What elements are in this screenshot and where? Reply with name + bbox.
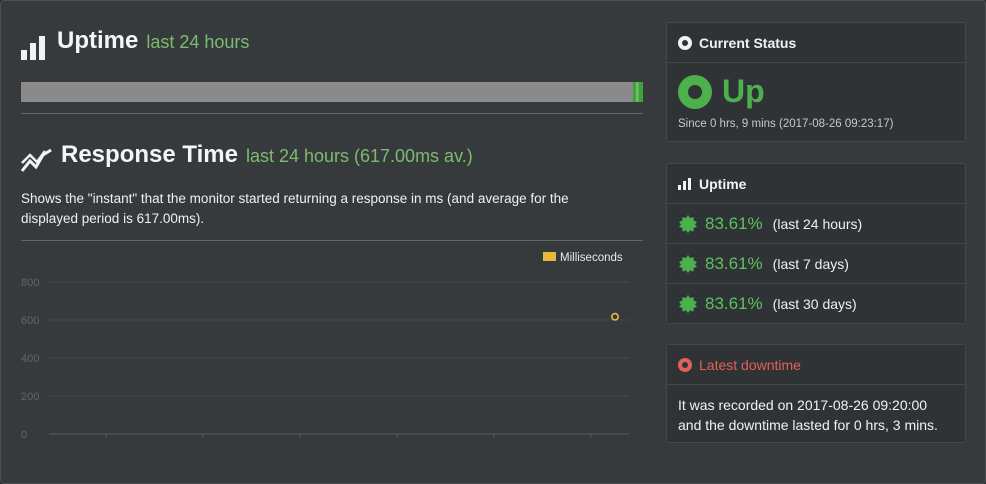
legend-label: Milliseconds (560, 252, 623, 264)
bar-chart-icon (21, 36, 49, 60)
uptime-row-30d: 83.61% (last 30 days) (667, 284, 965, 324)
uptime-bar-up-segment (633, 82, 643, 102)
uptime-bar (21, 82, 643, 102)
response-time-subtitle: last 24 hours (617.00ms av.) (245, 146, 473, 166)
uptime-subtitle: last 24 hours (146, 32, 250, 52)
up-circle-icon (678, 74, 712, 109)
status-indicator: Up (678, 73, 954, 110)
certificate-icon (679, 214, 697, 233)
data-point (610, 312, 619, 321)
certificate-icon (679, 254, 697, 273)
latest-downtime-header: Latest downtime (667, 345, 965, 385)
uptime-panel-header: Uptime (667, 164, 965, 204)
y-tick-label: 400 (21, 353, 39, 365)
uptime-title: Uptime (57, 27, 139, 54)
latest-downtime-text: It was recorded on 2017-08-26 09:20:00 a… (678, 397, 938, 433)
current-status-title: Current Status (699, 34, 797, 51)
current-status-panel: Current Status Up Since 0 hrs, 9 mins (2… (666, 22, 966, 142)
uptime-list: 83.61% (last 24 hours) 83.61% (last 7 da… (667, 204, 965, 324)
uptime-panel-title: Uptime (699, 175, 747, 192)
current-status-body: Up Since 0 hrs, 9 mins (2017-08-26 09:23… (667, 63, 965, 141)
status-since: Since 0 hrs, 9 mins (2017-08-26 09:23:17… (678, 118, 894, 130)
divider (21, 240, 643, 241)
uptime-row-7d: 83.61% (last 7 days) (667, 244, 965, 284)
divider (21, 113, 643, 114)
uptime-panel: Uptime 83.61% (last 24 hours) 83.61% (la… (666, 163, 966, 324)
uptime-percent: 83.61% (705, 213, 763, 233)
uptime-header: Uptime last 24 hours (21, 27, 643, 67)
response-description: Shows the "instant" that the monitor sta… (21, 191, 569, 226)
current-status-header: Current Status (667, 23, 965, 63)
response-time-chart: 800600400200012:0016:0020:0000:0004:0008… (21, 252, 629, 441)
monitor-page: Uptime last 24 hours Response Time last … (0, 0, 986, 484)
response-time-header: Response Time last 24 hours (617.00ms av… (21, 141, 473, 181)
uptime-period: (last 30 days) (772, 296, 857, 312)
dot-circle-icon (678, 35, 692, 50)
latest-downtime-panel: Latest downtime It was recorded on 2017-… (666, 344, 966, 443)
legend-swatch (543, 252, 556, 261)
uptime-period: (last 24 hours) (772, 215, 863, 232)
y-tick-label: 200 (21, 391, 39, 403)
response-time-title: Response Time (61, 141, 238, 168)
line-chart-icon (21, 148, 52, 172)
uptime-percent: 83.61% (705, 294, 763, 313)
bar-chart-icon (678, 177, 692, 190)
latest-downtime-title: Latest downtime (699, 356, 801, 373)
y-tick-label: 800 (21, 277, 39, 289)
y-tick-label: 600 (21, 315, 39, 327)
y-tick-label: 0 (21, 429, 27, 441)
uptime-period: (last 7 days) (772, 255, 849, 272)
uptime-row-24h: 83.61% (last 24 hours) (667, 204, 965, 244)
main-column: Uptime last 24 hours Response Time last … (21, 27, 643, 441)
status-text: Up (722, 73, 765, 109)
uptime-percent: 83.61% (705, 253, 763, 273)
dot-circle-icon (678, 357, 692, 372)
certificate-icon (679, 295, 697, 313)
